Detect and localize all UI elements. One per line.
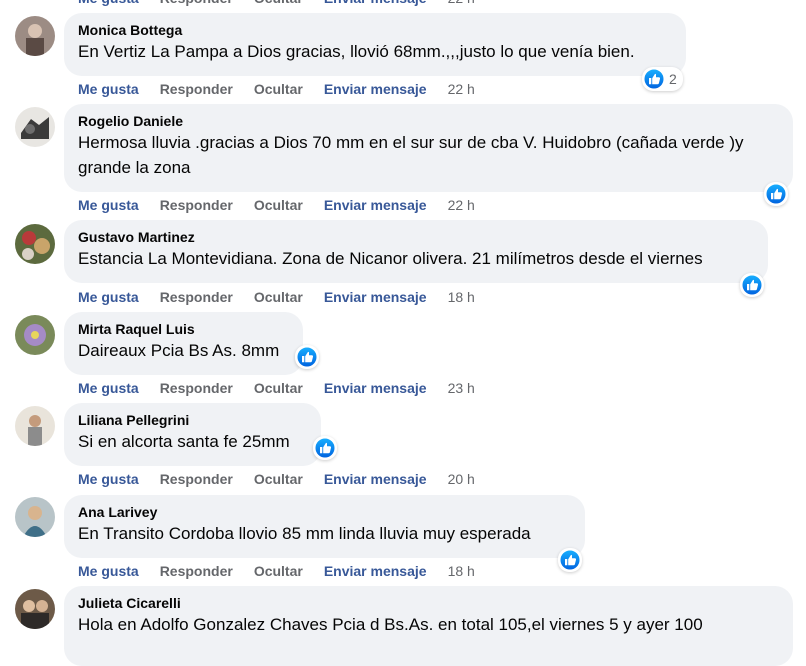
comment-author[interactable]: Mirta Raquel Luis	[78, 320, 289, 338]
comment-text: En Vertiz La Pampa a Dios gracias, llovi…	[78, 42, 635, 61]
comment-timestamp[interactable]: 18 h	[448, 287, 475, 307]
comment-actions: Me gusta Responder Ocultar Enviar mensaj…	[78, 561, 496, 581]
avatar[interactable]	[15, 497, 55, 537]
send-message-button[interactable]: Enviar mensaje	[324, 469, 427, 489]
like-reaction-icon	[765, 183, 787, 205]
send-message-button[interactable]: Enviar mensaje	[324, 79, 427, 99]
comment-timestamp[interactable]: 20 h	[448, 469, 475, 489]
like-button[interactable]: Me gusta	[78, 287, 139, 307]
avatar[interactable]	[15, 16, 55, 56]
like-button[interactable]: Me gusta	[78, 79, 139, 99]
like-reaction-icon	[296, 346, 318, 368]
comment-bubble: Monica Bottega En Vertiz La Pampa a Dios…	[64, 13, 686, 76]
comment-bubble: Julieta Cicarelli Hola en Adolfo Gonzale…	[64, 586, 793, 666]
avatar[interactable]	[15, 315, 55, 355]
like-reaction-icon	[643, 68, 665, 90]
send-message-button[interactable]: Enviar mensaje	[324, 378, 427, 398]
reply-button[interactable]: Responder	[160, 378, 233, 398]
reply-button[interactable]: Responder	[160, 0, 233, 8]
comment-actions: Me gusta Responder Ocultar Enviar mensaj…	[78, 79, 496, 99]
hide-button[interactable]: Ocultar	[254, 287, 303, 307]
comment-author[interactable]: Gustavo Martinez	[78, 228, 754, 246]
comment-author[interactable]: Liliana Pellegrini	[78, 411, 307, 429]
comment-actions: Me gusta Responder Ocultar Enviar mensaj…	[78, 287, 496, 307]
avatar[interactable]	[15, 406, 55, 446]
like-button[interactable]: Me gusta	[78, 561, 139, 581]
avatar[interactable]	[15, 589, 55, 629]
comment-bubble: Rogelio Daniele Hermosa lluvia .gracias …	[64, 104, 793, 192]
comment-actions: Me gusta Responder Ocultar Enviar mensaj…	[78, 378, 496, 398]
reaction-summary[interactable]	[295, 345, 319, 369]
comment-text: Hermosa lluvia .gracias a Dios 70 mm en …	[78, 133, 744, 177]
reply-button[interactable]: Responder	[160, 195, 233, 215]
reply-button[interactable]: Responder	[160, 469, 233, 489]
reaction-count: 2	[669, 71, 677, 87]
comment-text: Daireaux Pcia Bs As. 8mm	[78, 341, 280, 360]
comment-actions: Me gusta Responder Ocultar Enviar mensaj…	[78, 195, 496, 215]
like-button[interactable]: Me gusta	[78, 195, 139, 215]
send-message-button[interactable]: Enviar mensaje	[324, 561, 427, 581]
comment-timestamp[interactable]: 22 h	[448, 0, 475, 8]
send-message-button[interactable]: Enviar mensaje	[324, 195, 427, 215]
comment-timestamp[interactable]: 22 h	[448, 195, 475, 215]
comment-bubble: Liliana Pellegrini Si en alcorta santa f…	[64, 403, 321, 466]
comment-timestamp[interactable]: 23 h	[448, 378, 475, 398]
like-reaction-icon	[559, 549, 581, 571]
send-message-button[interactable]: Enviar mensaje	[324, 287, 427, 307]
like-button[interactable]: Me gusta	[78, 0, 139, 8]
comment-timestamp[interactable]: 18 h	[448, 561, 475, 581]
comment-author[interactable]: Monica Bottega	[78, 21, 672, 39]
comment-author[interactable]: Julieta Cicarelli	[78, 594, 779, 612]
reaction-summary[interactable]	[558, 548, 582, 572]
reaction-summary[interactable]	[313, 436, 337, 460]
hide-button[interactable]: Ocultar	[254, 0, 303, 8]
comment-actions: Me gusta Responder Ocultar Enviar mensaj…	[78, 469, 496, 489]
comment-text: En Transito Cordoba llovio 85 mm linda l…	[78, 524, 531, 543]
reply-button[interactable]: Responder	[160, 79, 233, 99]
reply-button[interactable]: Responder	[160, 287, 233, 307]
like-reaction-icon	[314, 437, 336, 459]
comment-text: Hola en Adolfo Gonzalez Chaves Pcia d Bs…	[78, 615, 703, 634]
hide-button[interactable]: Ocultar	[254, 79, 303, 99]
comment-actions-top: Me gusta Responder Ocultar Enviar mensaj…	[78, 0, 496, 8]
hide-button[interactable]: Ocultar	[254, 378, 303, 398]
comment-bubble: Gustavo Martinez Estancia La Montevidian…	[64, 220, 768, 283]
avatar[interactable]	[15, 224, 55, 264]
avatar[interactable]	[15, 107, 55, 147]
hide-button[interactable]: Ocultar	[254, 195, 303, 215]
comment-text: Si en alcorta santa fe 25mm	[78, 432, 290, 451]
send-message-button[interactable]: Enviar mensaje	[324, 0, 427, 8]
hide-button[interactable]: Ocultar	[254, 561, 303, 581]
comment-author[interactable]: Ana Larivey	[78, 503, 571, 521]
comment-bubble: Ana Larivey En Transito Cordoba llovio 8…	[64, 495, 585, 558]
reply-button[interactable]: Responder	[160, 561, 233, 581]
hide-button[interactable]: Ocultar	[254, 469, 303, 489]
comment-timestamp[interactable]: 22 h	[448, 79, 475, 99]
reaction-summary[interactable]	[764, 182, 788, 206]
comment-bubble: Mirta Raquel Luis Daireaux Pcia Bs As. 8…	[64, 312, 303, 375]
reaction-summary[interactable]: 2	[642, 67, 683, 91]
comment-text: Estancia La Montevidiana. Zona de Nicano…	[78, 249, 703, 268]
like-button[interactable]: Me gusta	[78, 378, 139, 398]
comment-author[interactable]: Rogelio Daniele	[78, 112, 779, 130]
like-reaction-icon	[741, 274, 763, 296]
like-button[interactable]: Me gusta	[78, 469, 139, 489]
reaction-summary[interactable]	[740, 273, 764, 297]
